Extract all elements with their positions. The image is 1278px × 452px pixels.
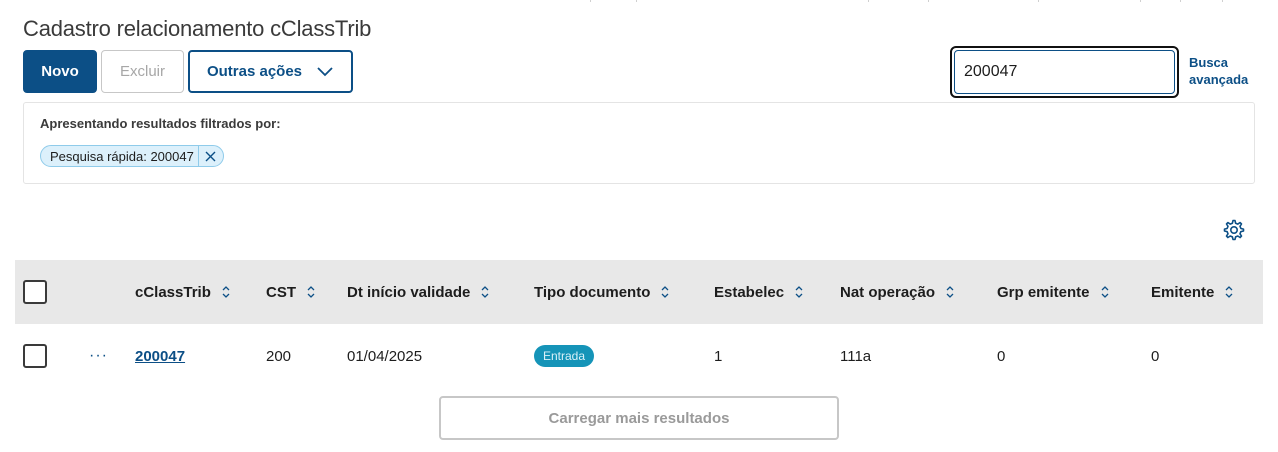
sort-icon <box>307 286 315 298</box>
column-label: cClassTrib <box>135 283 211 301</box>
sort-icon <box>481 286 489 298</box>
cell-cclasstrib[interactable]: 200047 <box>135 324 185 388</box>
column-estabelec[interactable]: Estabelec <box>714 260 804 324</box>
new-button[interactable]: Novo <box>23 50 97 93</box>
column-label: CST <box>266 283 296 301</box>
status-badge: Entrada <box>534 345 595 367</box>
column-label: Emitente <box>1151 283 1215 301</box>
column-nat-operacao[interactable]: Nat operação <box>840 260 955 324</box>
cell-tipo-documento: Entrada <box>534 324 595 388</box>
cell-estabelec: 1 <box>714 347 723 365</box>
column-label: Dt início validade <box>347 283 471 301</box>
column-cclasstrib[interactable]: cClassTrib <box>135 260 231 324</box>
advanced-search-link[interactable]: Busca avançada <box>1189 54 1248 88</box>
cell-nat-operacao: 111a <box>840 347 872 365</box>
search-box <box>950 46 1179 98</box>
cell-grp-emitente: 0 <box>997 347 1006 365</box>
cclasstrib-link[interactable]: 200047 <box>135 348 185 365</box>
other-actions-label: Outras ações <box>206 63 303 80</box>
cell-cst: 200 <box>266 347 292 365</box>
close-icon[interactable] <box>199 146 223 166</box>
advanced-search-line2: avançada <box>1189 72 1249 87</box>
sort-icon <box>222 286 230 298</box>
row-actions-menu[interactable]: ··· <box>89 324 108 388</box>
other-actions-button[interactable]: Outras ações <box>188 50 353 93</box>
sort-icon <box>795 286 803 298</box>
column-label: Nat operação <box>840 283 936 301</box>
sort-icon <box>1101 286 1108 298</box>
advanced-search-line1: Busca <box>1189 55 1229 70</box>
search-field <box>954 50 1175 94</box>
load-more-button[interactable]: Carregar mais resultados <box>439 396 839 440</box>
filter-panel: Apresentando resultados filtrados por: P… <box>23 102 1255 184</box>
chevron-down-icon <box>317 66 333 76</box>
select-all-checkbox[interactable] <box>23 280 47 304</box>
table-header: cClassTrib CST Dt início validade Tipo d… <box>15 260 1263 324</box>
column-cst[interactable]: CST <box>266 260 316 324</box>
column-dt-inicio[interactable]: Dt início validade <box>347 260 490 324</box>
column-label: Grp emitente <box>997 283 1090 301</box>
gear-icon[interactable] <box>1221 218 1245 242</box>
delete-button[interactable]: Excluir <box>101 50 184 93</box>
cell-dt-inicio: 01/04/2025 <box>347 347 423 365</box>
cell-emitente: 0 <box>1151 347 1160 365</box>
column-grp-emitente[interactable]: Grp emitente <box>997 260 1110 324</box>
more-icon: ··· <box>89 347 108 364</box>
table-row: ··· 200047 200 01/04/2025 Entrada 1 111a… <box>15 324 1263 388</box>
column-label: Estabelec <box>714 283 785 301</box>
search-input[interactable] <box>964 63 1171 81</box>
row-checkbox[interactable] <box>23 344 47 368</box>
sort-icon <box>661 286 669 298</box>
filter-chip: Pesquisa rápida: 200047 <box>40 145 224 167</box>
column-emitente[interactable]: Emitente <box>1151 260 1234 324</box>
filter-chip-text: Pesquisa rápida: 200047 <box>50 148 194 164</box>
page-title: Cadastro relacionamento cClassTrib <box>23 16 372 41</box>
sort-icon <box>946 286 954 298</box>
filter-label: Apresentando resultados filtrados por: <box>40 116 281 131</box>
column-tipo-documento[interactable]: Tipo documento <box>534 260 670 324</box>
column-label: Tipo documento <box>534 283 651 301</box>
top-rule <box>0 0 1278 2</box>
sort-icon <box>1225 286 1233 298</box>
